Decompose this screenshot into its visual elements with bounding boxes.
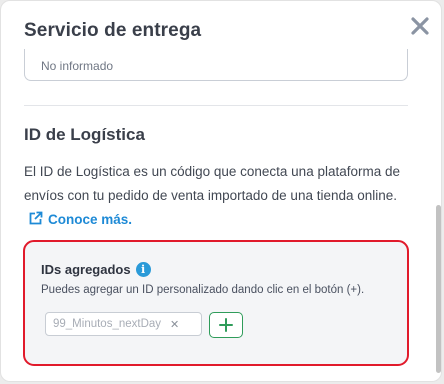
learn-more-link[interactable]: Conoce más. — [24, 211, 133, 227]
ids-added-panel: IDs agregados i Puedes agregar un ID per… — [23, 240, 409, 366]
delivery-service-field[interactable]: No informado — [24, 49, 408, 81]
logistics-id-chip[interactable]: 99_Minutos_nextDay ✕ — [45, 312, 202, 336]
ids-title-row: IDs agregados i — [41, 262, 151, 277]
delivery-service-title: Servicio de entrega — [24, 20, 202, 41]
scrollbar-thumb[interactable] — [436, 205, 441, 373]
logistics-description-text: El ID de Logística es un código que cone… — [24, 164, 400, 203]
plus-icon — [219, 318, 233, 332]
modal-dialog: Servicio de entrega No informado ID de L… — [0, 0, 442, 382]
close-icon — [411, 17, 429, 35]
logistics-id-description: El ID de Logística es un código que cone… — [24, 160, 406, 234]
ids-hint-text: Puedes agregar un ID personalizado dando… — [41, 284, 365, 296]
chip-remove-icon[interactable]: ✕ — [170, 318, 179, 331]
add-id-button[interactable] — [209, 312, 243, 338]
info-icon[interactable]: i — [135, 262, 151, 277]
logistics-id-title: ID de Logística — [24, 125, 145, 144]
chip-label: 99_Minutos_nextDay — [53, 318, 162, 330]
close-button[interactable] — [409, 15, 431, 37]
learn-more-label: Conoce más. — [48, 212, 133, 227]
external-link-icon — [28, 210, 43, 234]
ids-added-title: IDs agregados — [41, 262, 131, 277]
section-divider — [24, 105, 408, 106]
